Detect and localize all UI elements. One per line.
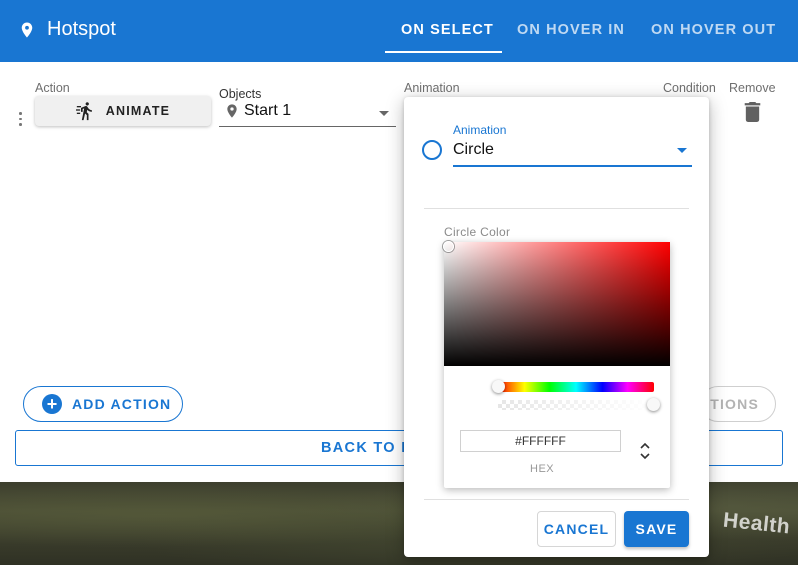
hex-input[interactable] [460,430,621,452]
save-button[interactable]: SAVE [624,511,689,547]
header-bar: Hotspot ON SELECT ON HOVER IN ON HOVER O… [0,0,798,62]
popup-divider [424,208,689,209]
tab-on-hover-in[interactable]: ON HOVER IN [517,22,625,38]
alpha-slider[interactable] [498,398,660,411]
column-label-condition: Condition [663,81,716,95]
animation-radio[interactable] [422,140,442,160]
animation-select[interactable]: Circle [453,139,692,167]
objects-select-value: Start 1 [244,102,292,119]
popup-divider [424,499,689,500]
add-action-label: ADD ACTION [72,396,172,412]
saturation-handle[interactable] [443,241,454,252]
animation-field-label: Animation [453,123,507,137]
actions-button[interactable]: CTIONS [700,386,776,422]
cancel-button-label: CANCEL [543,521,610,537]
cancel-button[interactable]: CANCEL [537,511,616,547]
animation-popup: Animation Circle Circle Color HEX CANCEL… [404,97,709,557]
add-action-button[interactable]: + ADD ACTION [23,386,183,422]
objects-select[interactable]: Start 1 [219,98,396,127]
saturation-area[interactable] [443,241,670,366]
tab-on-hover-out[interactable]: ON HOVER OUT [651,22,776,38]
active-tab-indicator [385,51,502,53]
unfold-icon[interactable] [638,439,652,463]
column-label-action: Action [35,81,70,95]
circle-color-label: Circle Color [444,225,511,239]
location-pin-icon [21,22,33,38]
animate-button-label: ANIMATE [105,104,171,118]
color-picker: HEX [443,241,670,488]
run-icon [75,102,92,121]
plus-icon: + [42,394,62,414]
drag-handle-icon[interactable] [19,112,23,128]
panel-title: Hotspot [47,18,116,40]
hue-slider-knob[interactable] [492,380,505,393]
hex-label: HEX [530,463,555,475]
save-button-label: SAVE [635,521,678,537]
animate-action-button[interactable]: ANIMATE [35,96,211,126]
alpha-slider-knob[interactable] [647,398,660,411]
trash-icon[interactable] [744,102,761,122]
hue-slider[interactable] [492,380,654,393]
tab-on-select[interactable]: ON SELECT [401,22,494,38]
chevron-down-icon [379,111,389,116]
column-label-remove: Remove [729,81,776,95]
animation-select-value: Circle [453,141,494,158]
chevron-down-icon [677,148,687,153]
column-label-animation: Animation [404,81,460,95]
location-pin-icon [227,104,237,118]
